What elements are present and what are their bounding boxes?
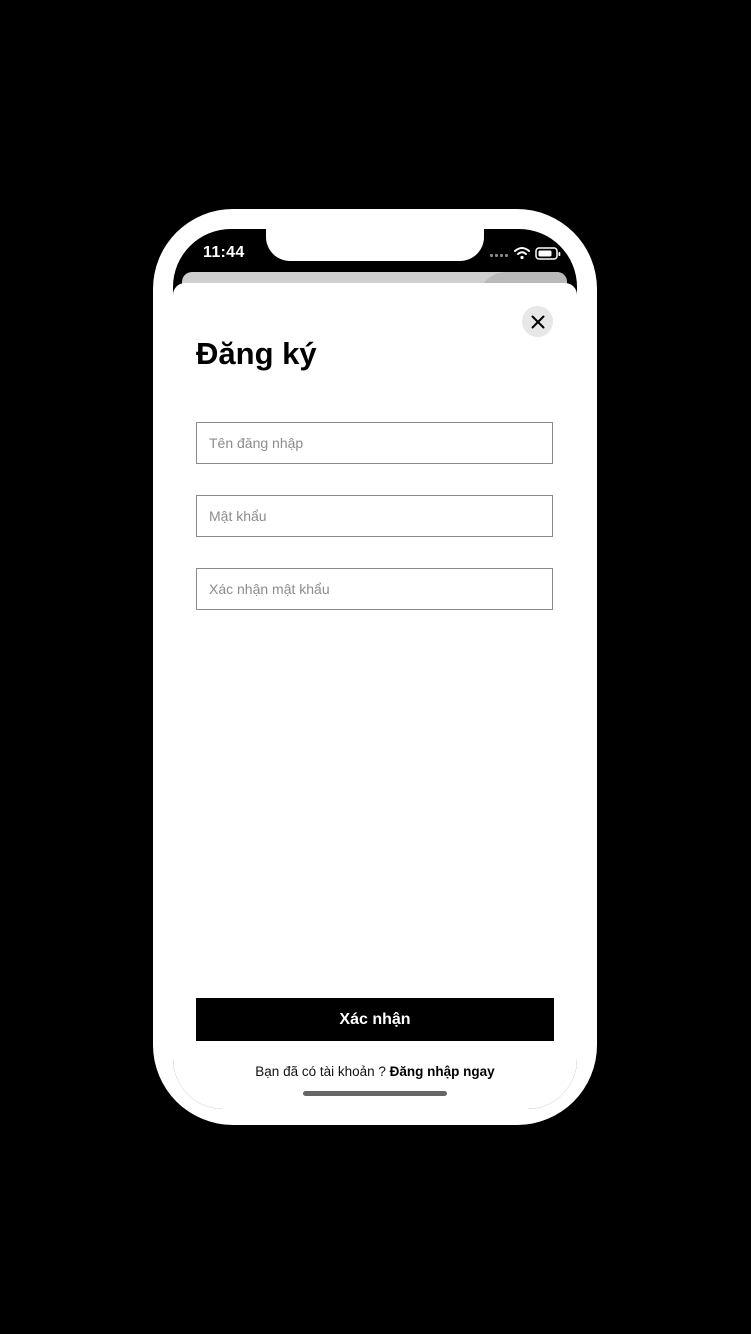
signal-icon	[490, 254, 508, 257]
wifi-icon	[514, 247, 530, 260]
login-now-link[interactable]: Đăng nhập ngay	[390, 1064, 495, 1079]
password-input[interactable]	[196, 495, 553, 537]
submit-button[interactable]: Xác nhận	[196, 998, 554, 1041]
battery-icon	[535, 247, 561, 260]
phone-notch	[266, 228, 484, 261]
home-indicator	[303, 1091, 447, 1096]
login-prompt: Bạn đã có tài khoản ? Đăng nhập ngay	[173, 1064, 577, 1079]
close-button[interactable]	[522, 306, 553, 337]
register-sheet	[173, 283, 577, 1109]
status-time: 11:44	[203, 244, 245, 261]
username-input[interactable]	[196, 422, 553, 464]
confirm-password-input[interactable]	[196, 568, 553, 610]
status-icons	[490, 246, 562, 262]
login-prompt-text: Bạn đã có tài khoản ?	[255, 1064, 386, 1079]
page-title: Đăng ký	[196, 336, 317, 371]
close-icon	[531, 315, 544, 328]
